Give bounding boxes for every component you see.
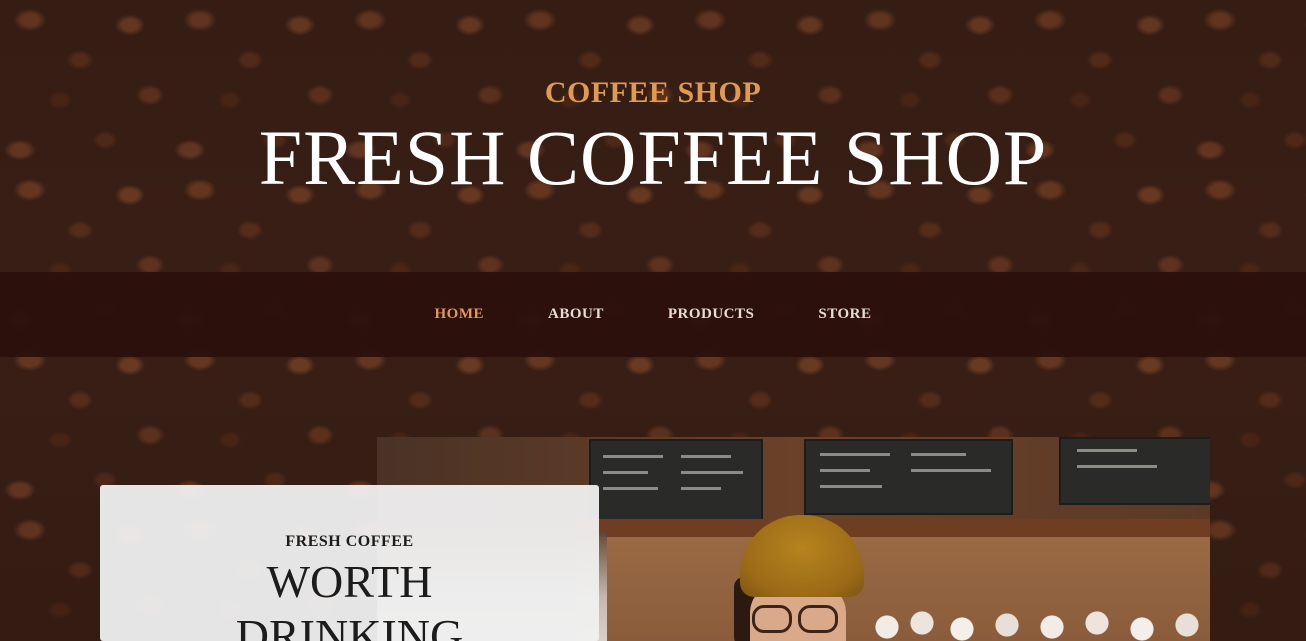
nav-item-store[interactable]: STORE (818, 306, 871, 323)
site-title: FRESH COFFEE SHOP (258, 114, 1048, 201)
menu-board (804, 439, 1013, 515)
main-nav: HOME ABOUT PRODUCTS STORE (0, 272, 1306, 357)
intro-title-line2: DRINKING (235, 610, 464, 641)
beanie (740, 515, 864, 597)
glasses (752, 605, 842, 633)
site-eyebrow: COFFEE SHOP (544, 76, 762, 109)
nav-item-home[interactable]: HOME (435, 306, 485, 323)
barista (732, 515, 872, 641)
menu-board (1059, 437, 1210, 505)
intro-card: FRESH COFFEE WORTH DRINKING (100, 485, 599, 641)
cups (867, 605, 1210, 641)
intro-title: WORTH DRINKING (100, 555, 599, 641)
nav-item-about[interactable]: ABOUT (548, 306, 604, 323)
intro-eyebrow: FRESH COFFEE (285, 533, 414, 550)
intro-title-line1: WORTH (266, 556, 433, 607)
menu-board (589, 439, 763, 523)
nav-item-products[interactable]: PRODUCTS (668, 306, 755, 323)
site-header: COFFEE SHOP FRESH COFFEE SHOP (0, 0, 1306, 272)
